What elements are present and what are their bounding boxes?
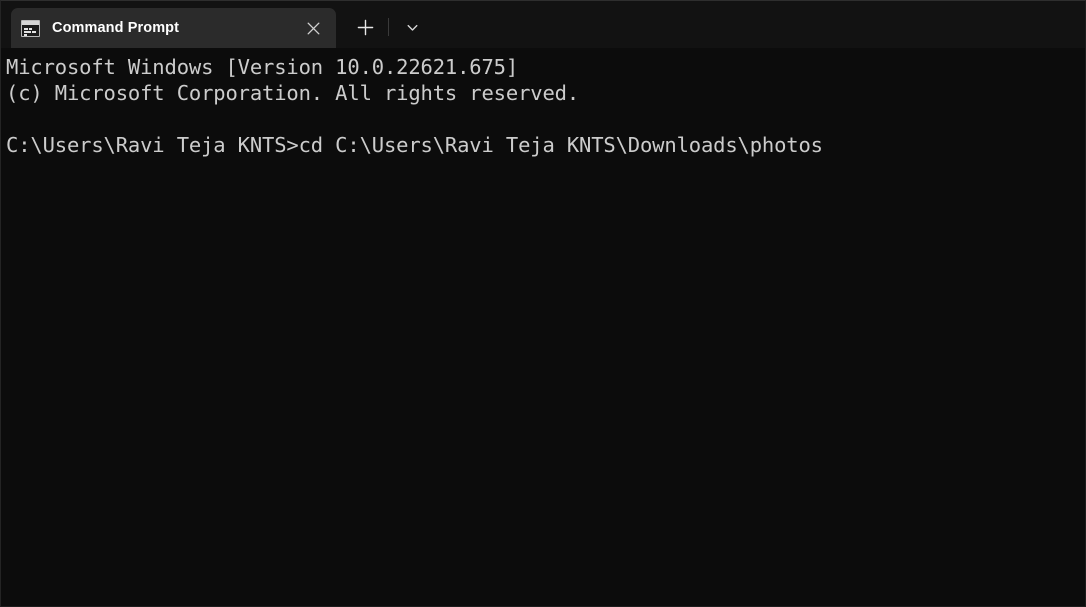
chevron-down-icon [407,24,417,31]
close-tab-button[interactable] [298,13,328,43]
tab-dropdown-button[interactable] [395,10,429,44]
tab-strip: Command Prompt [1,1,1085,48]
tab-title: Command Prompt [52,20,180,36]
new-tab-button[interactable] [348,10,382,44]
console-icon [21,19,40,37]
command-prompt-window: Command Prompt Microsoft Windows [Versio… [0,0,1086,607]
tabstrip-separator [388,18,389,36]
close-icon [307,22,319,34]
plus-icon [357,19,373,35]
terminal-body[interactable]: Microsoft Windows [Version 10.0.22621.67… [1,48,1085,606]
console-output: Microsoft Windows [Version 10.0.22621.67… [6,55,823,157]
tab-command-prompt[interactable]: Command Prompt [11,8,336,48]
